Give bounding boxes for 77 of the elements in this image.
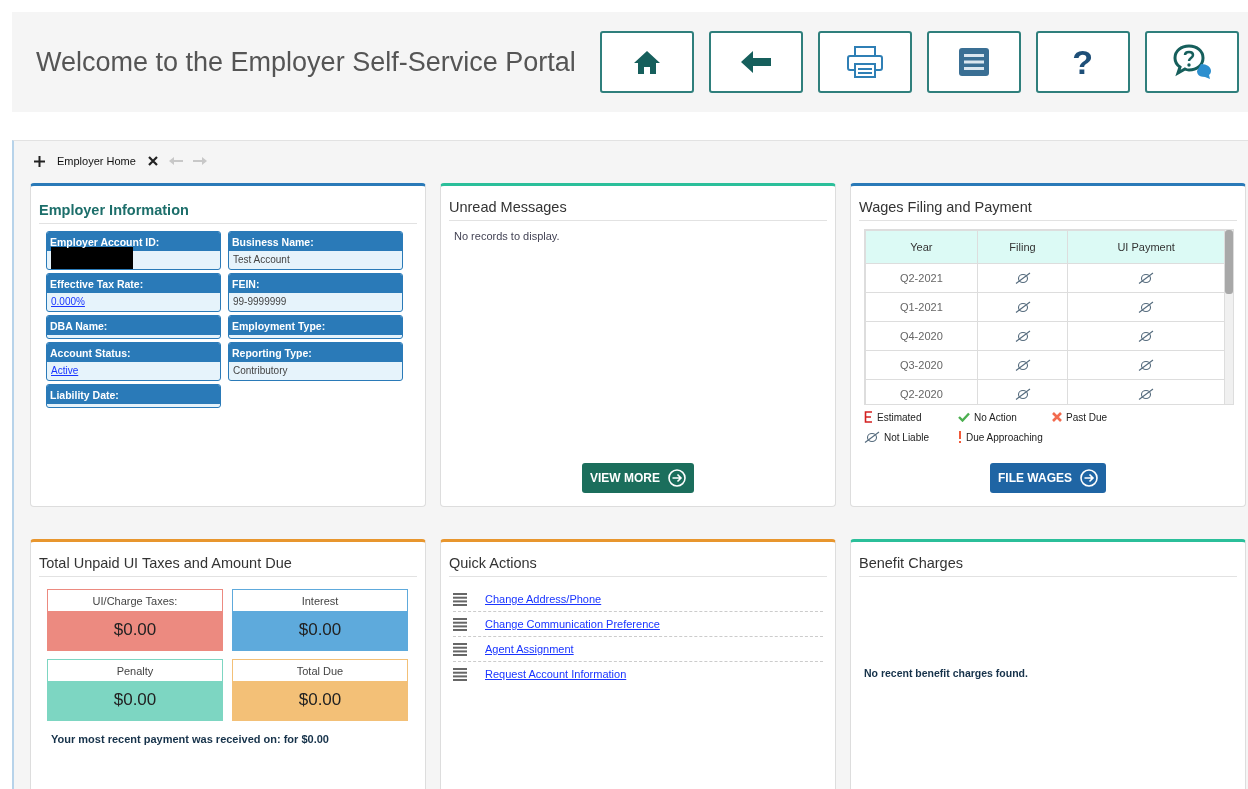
legend-label: Estimated <box>877 411 922 423</box>
card-title: Benefit Charges <box>859 542 1237 577</box>
action-link[interactable]: Request Account Information <box>485 668 627 680</box>
field-link[interactable]: 0.000% <box>51 296 85 307</box>
field-label: Liability Date: <box>47 385 220 404</box>
action-link[interactable]: Agent Assignment <box>485 643 574 655</box>
home-button[interactable] <box>599 31 694 93</box>
card-title: Unread Messages <box>449 186 827 221</box>
action-link[interactable]: Change Communication Preference <box>485 618 660 630</box>
amount-value: $0.00 <box>233 611 407 650</box>
list-icon <box>453 592 467 606</box>
field-label: Employment Type: <box>229 316 402 335</box>
legend-label: No Action <box>974 411 1017 423</box>
field-label: Account Status: <box>47 343 220 362</box>
card-title: Quick Actions <box>449 542 827 577</box>
estimated-icon <box>864 411 873 423</box>
table-cell: Q4-2020 <box>865 321 978 351</box>
list-icon <box>958 48 989 76</box>
list-icon <box>453 642 467 656</box>
amount-value: $0.00 <box>48 681 222 720</box>
tab[interactable]: Employer Home <box>55 155 138 167</box>
field-label: Business Name: <box>229 232 402 251</box>
help-chat-icon <box>1172 44 1211 80</box>
exclamation-icon <box>958 431 962 443</box>
action-link[interactable]: Change Address/Phone <box>485 593 602 605</box>
field-label: Employer Account ID: <box>47 232 220 251</box>
column-header: UI Payment <box>1067 230 1225 264</box>
field-label: DBA Name: <box>47 316 220 335</box>
back-arrow-icon <box>739 49 772 75</box>
printer-icon <box>846 46 883 78</box>
right-arrow-icon <box>191 156 208 166</box>
page-title: Welcome to the Employer Self-Service Portal <box>36 46 576 78</box>
back-button[interactable] <box>708 31 803 93</box>
list-icon <box>453 667 467 681</box>
arrow-circle-icon <box>1080 469 1098 487</box>
legend-label: Past Due <box>1066 411 1108 423</box>
amount-value: $0.00 <box>48 611 222 650</box>
column-header: Filing <box>977 230 1068 264</box>
home-icon <box>632 49 661 75</box>
card-title: Total Unpaid UI Taxes and Amount Due <box>39 542 417 577</box>
legend-label: Not Liable <box>884 431 930 443</box>
card-title: Employer Information <box>39 186 417 224</box>
list-icon <box>453 617 467 631</box>
table-cell: Q2-2021 <box>865 263 978 293</box>
left-arrow-icon <box>167 156 184 166</box>
list-button[interactable] <box>926 31 1021 93</box>
printer-button[interactable] <box>817 31 912 93</box>
close-icon <box>147 156 158 166</box>
arrow-circle-icon <box>668 469 686 487</box>
help-button[interactable]: ? <box>1035 31 1130 93</box>
not-liable-icon <box>864 431 880 443</box>
table-cell: Q3-2020 <box>865 350 978 380</box>
table-cell: Q2-2020 <box>865 379 978 404</box>
plus-icon <box>34 155 45 167</box>
card-title: Wages Filing and Payment <box>859 186 1237 221</box>
field-label: Reporting Type: <box>229 343 402 362</box>
chat-help-button[interactable] <box>1144 31 1239 93</box>
cross-icon <box>1052 412 1062 422</box>
check-icon <box>958 412 970 422</box>
field-value: Contributory <box>233 365 288 376</box>
view-more-button[interactable]: VIEW MORE <box>582 463 694 493</box>
table-cell: Q1-2021 <box>865 292 978 322</box>
field-label: FEIN: <box>229 274 402 293</box>
empty-message: No records to display. <box>454 230 560 242</box>
payment-note: Your most recent payment was received on: for $0.00 <box>50 732 330 745</box>
scrollbar[interactable] <box>1225 230 1233 404</box>
field-value: 99-9999999 <box>233 296 287 307</box>
column-header: Year <box>865 230 978 264</box>
empty-message: No recent benefit charges found. <box>864 667 1028 679</box>
field-label: Effective Tax Rate: <box>47 274 220 293</box>
add-tab-button[interactable] <box>32 155 47 167</box>
legend-label: Due Approaching <box>966 431 1043 443</box>
amount-value: $0.00 <box>233 681 407 720</box>
field-value: Test Account <box>233 254 290 265</box>
field-link[interactable]: Active <box>51 365 79 376</box>
close-tab-button[interactable] <box>145 156 160 166</box>
file-wages-button[interactable]: FILE WAGES <box>990 463 1106 493</box>
